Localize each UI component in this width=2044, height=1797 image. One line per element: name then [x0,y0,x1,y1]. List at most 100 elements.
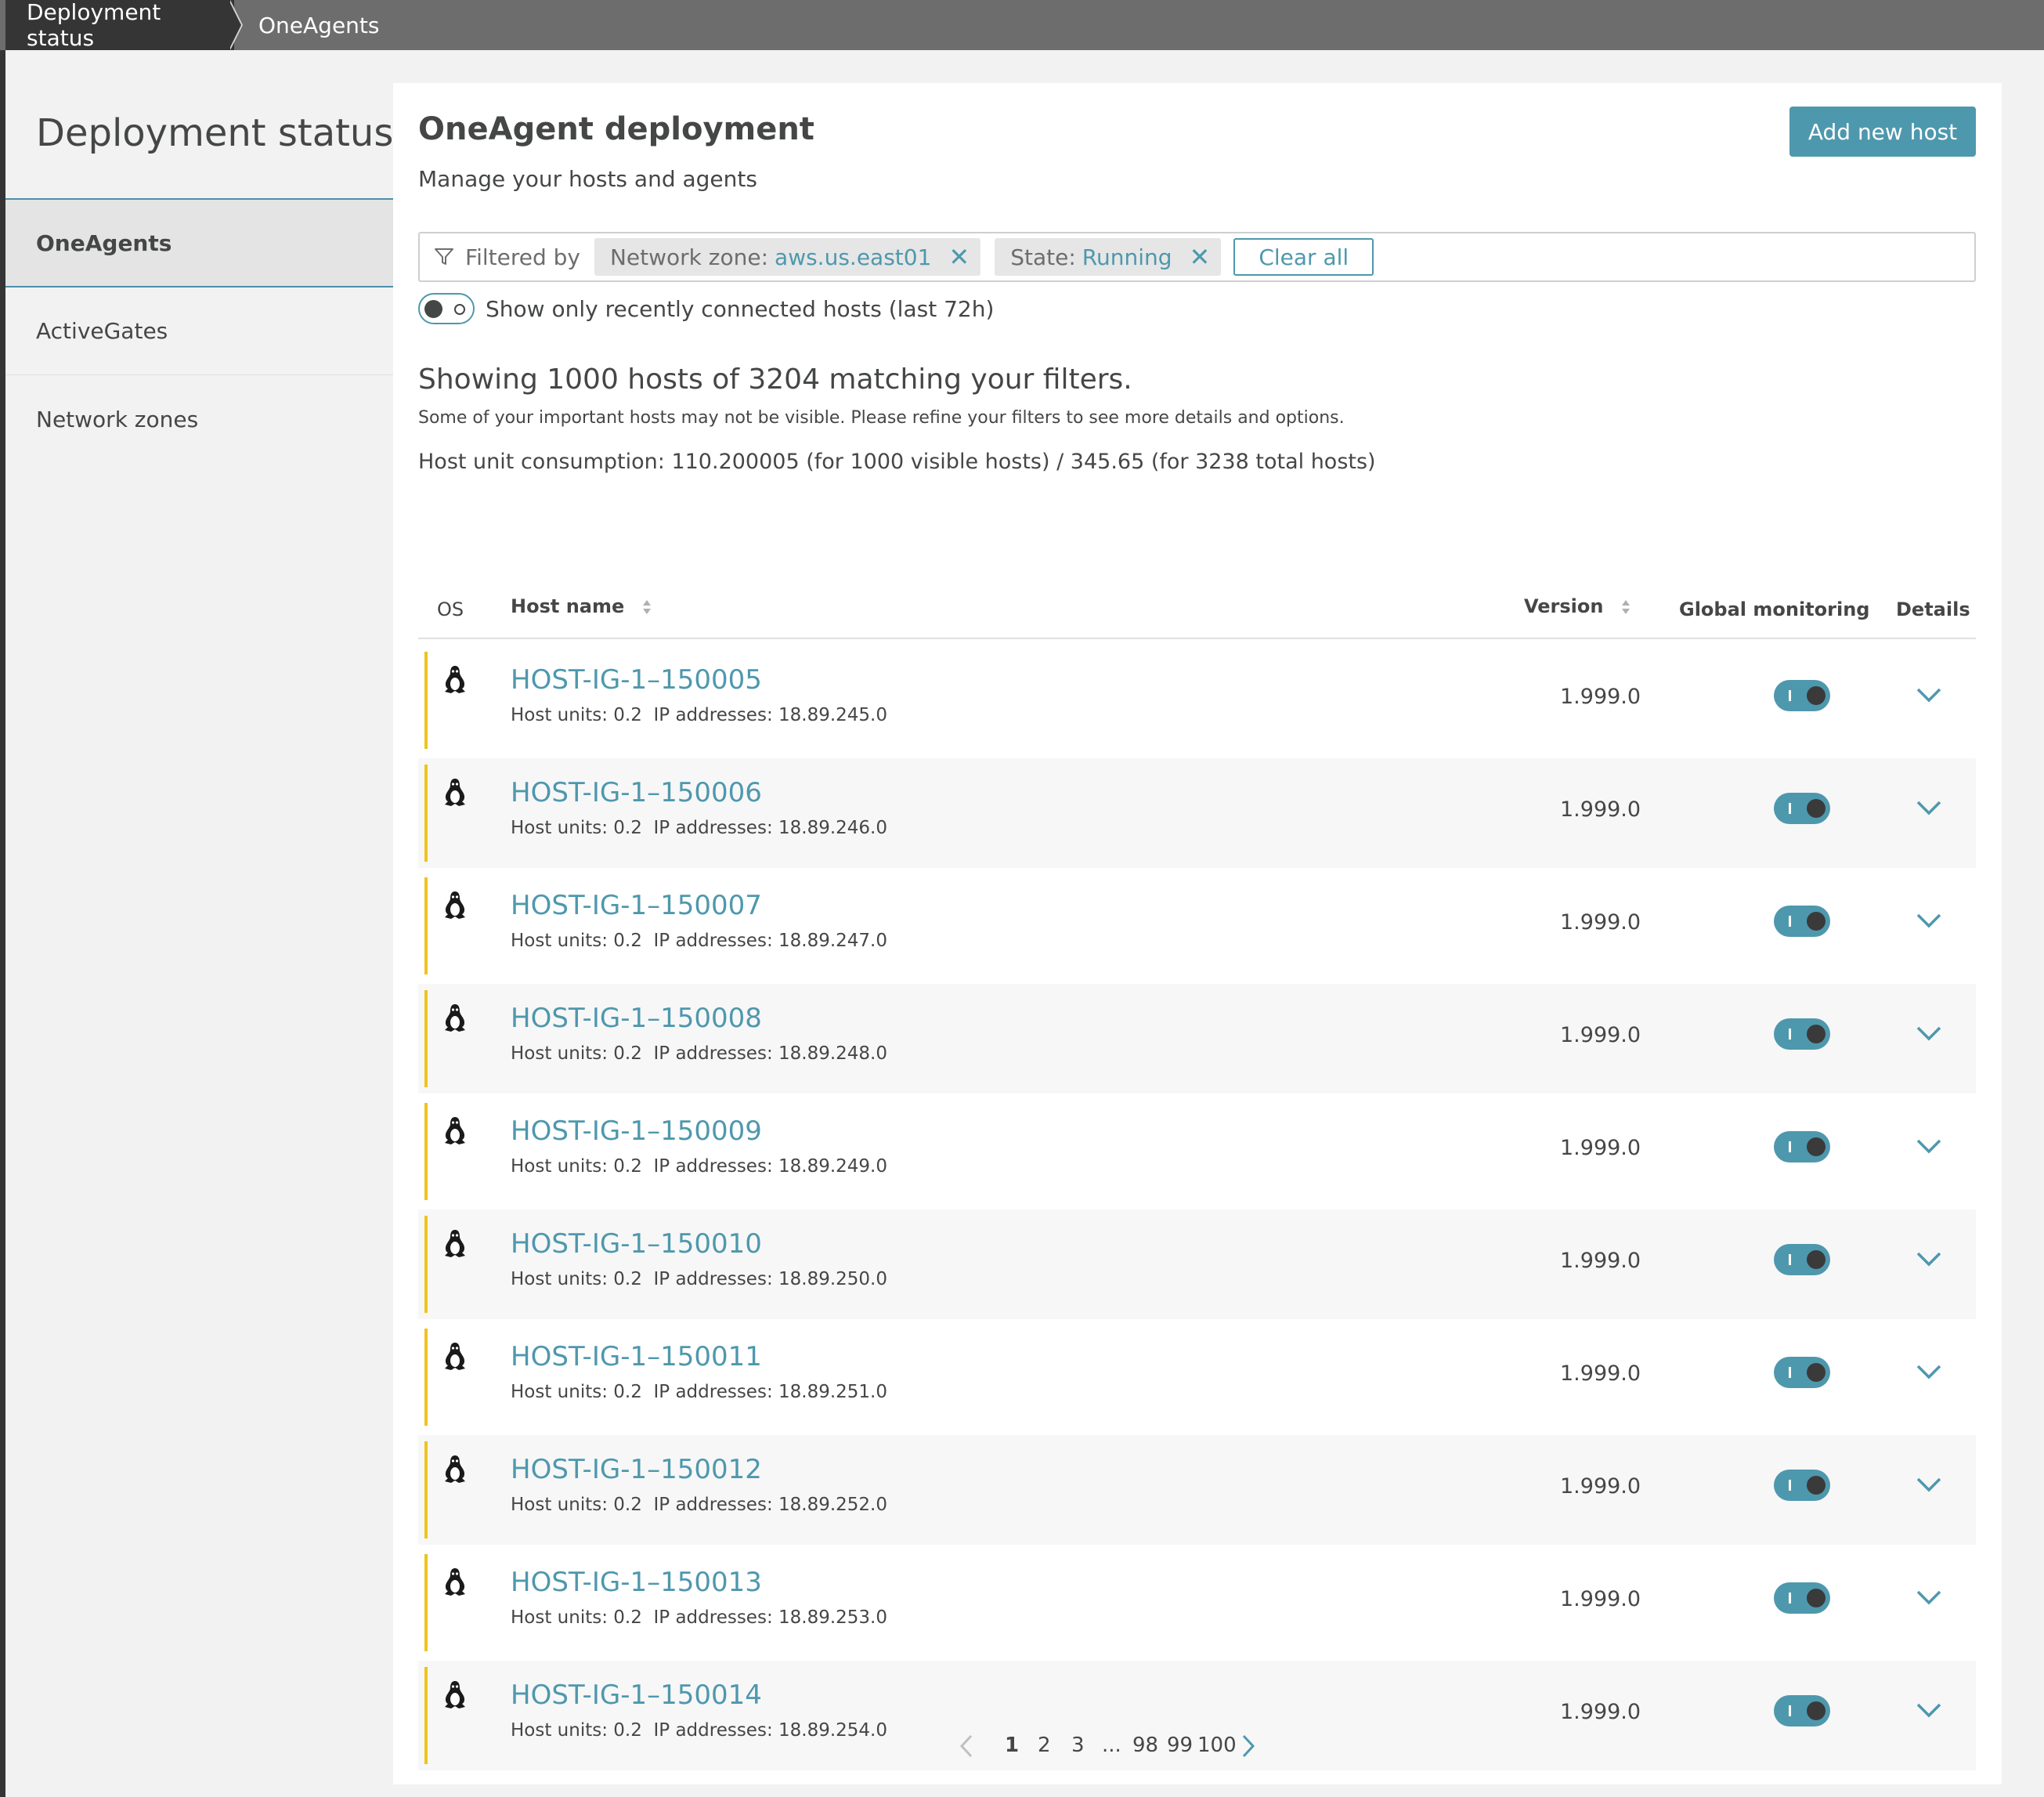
table-row: HOST-IG-1–150012 Host units: 0.2 IP addre… [418,1435,1976,1545]
global-monitoring-toggle[interactable] [1774,680,1830,711]
host-version: 1.999.0 [1560,1136,1641,1160]
chevron-down-icon[interactable] [1916,1250,1942,1267]
host-name-link[interactable]: HOST-IG-1–150009 [511,1115,762,1147]
table-row: HOST-IG-1–150013 Host units: 0.2 IP addre… [418,1548,1976,1658]
host-meta: Host units: 0.2 IP addresses: 18.89.249.… [511,1156,888,1177]
recent-hosts-toggle[interactable] [418,293,475,324]
sidebar-item-network-zones[interactable]: Network zones [5,375,393,463]
toggle-knob [1807,799,1826,818]
column-host-name[interactable]: Host name [511,595,652,617]
global-monitoring-toggle[interactable] [1774,1244,1830,1275]
chevron-down-icon[interactable] [1916,1025,1942,1042]
breadcrumb-oneagents: OneAgents [258,12,380,38]
chevron-down-icon[interactable] [1916,1137,1942,1155]
host-name-link[interactable]: HOST-IG-1–150006 [511,777,762,808]
linux-tux-icon [445,1681,465,1708]
toggle-on-indicator [1789,1141,1791,1152]
add-new-host-button[interactable]: Add new host [1789,107,1976,157]
page-ellipsis: ... [1102,1734,1121,1757]
host-name-link[interactable]: HOST-IG-1–150012 [511,1454,762,1485]
host-name-link[interactable]: HOST-IG-1–150010 [511,1228,762,1260]
chip-key: State: [1010,244,1076,270]
chevron-down-icon[interactable] [1916,912,1942,929]
host-meta: Host units: 0.2 IP addresses: 18.89.253.… [511,1607,888,1628]
breadcrumb-deployment-status[interactable]: Deployment status [5,0,234,51]
close-icon[interactable]: ✕ [1190,244,1211,269]
host-name-link[interactable]: HOST-IG-1–150005 [511,664,762,696]
sort-icon[interactable] [1621,598,1631,616]
chevron-down-icon[interactable] [1916,1363,1942,1380]
chip-value: aws.us.east01 [775,244,932,270]
filter-chip-state: State: Running ✕ [995,238,1222,276]
filter-icon [435,248,453,265]
toggle-on-indicator [1789,916,1791,927]
global-monitoring-toggle[interactable] [1774,793,1830,824]
toggle-knob [1807,1363,1826,1382]
left-edge [0,50,5,1797]
page-subtitle: Manage your hosts and agents [418,166,757,192]
global-monitoring-toggle[interactable] [1774,906,1830,937]
global-monitoring-toggle[interactable] [1774,1695,1830,1726]
breadcrumb-separator-inner [229,0,241,50]
status-bar [424,1216,428,1313]
host-name-link[interactable]: HOST-IG-1–150008 [511,1003,762,1034]
host-meta: Host units: 0.2 IP addresses: 18.89.251.… [511,1382,888,1402]
chip-key: Network zone: [609,244,769,270]
page-99[interactable]: 99 [1167,1734,1193,1757]
page-3[interactable]: 3 [1071,1734,1085,1757]
status-bar [424,652,428,749]
column-version[interactable]: Version [1524,595,1631,617]
toggle-knob [1807,1701,1826,1720]
host-meta: Host units: 0.2 IP addresses: 18.89.252.… [511,1495,888,1515]
host-meta: Host units: 0.2 IP addresses: 18.89.250.… [511,1269,888,1289]
chevron-left-icon[interactable] [959,1734,974,1759]
close-icon[interactable]: ✕ [948,244,970,269]
global-monitoring-toggle[interactable] [1774,1357,1830,1388]
clear-all-button[interactable]: Clear all [1233,238,1374,276]
toggle-on-indicator [1789,1254,1791,1265]
pagination: 1 2 3 ... 98 99 100 [393,1727,2002,1766]
chevron-down-icon[interactable] [1916,1476,1942,1493]
chevron-down-icon[interactable] [1916,1589,1942,1606]
filter-bar[interactable]: Filtered by Network zone: aws.us.east01 … [418,232,1976,282]
table-row: HOST-IG-1–150005 Host units: 0.2 IP addre… [418,645,1976,755]
showing-count: Showing 1000 hosts of 3204 matching your… [418,363,1132,396]
main-card: OneAgent deployment Manage your hosts an… [393,83,2002,1784]
global-monitoring-toggle[interactable] [1774,1131,1830,1162]
sidebar-item-activegates[interactable]: ActiveGates [5,287,393,375]
linux-tux-icon [445,1004,465,1032]
sort-icon[interactable] [642,598,652,616]
status-bar [424,1441,428,1538]
sidebar-item-oneagents[interactable]: OneAgents [5,200,393,287]
host-name-link[interactable]: HOST-IG-1–150007 [511,890,762,921]
column-version-label: Version [1524,595,1604,617]
toggle-on-indicator [1789,690,1791,701]
host-unit-consumption: Host unit consumption: 110.200005 (for 1… [418,450,1376,474]
global-monitoring-toggle[interactable] [1774,1018,1830,1050]
global-monitoring-toggle[interactable] [1774,1582,1830,1614]
page-98[interactable]: 98 [1132,1734,1158,1757]
breadcrumb-bar: Deployment status OneAgents [0,0,2044,51]
column-os: OS [437,598,464,620]
status-bar [424,990,428,1087]
host-meta: Host units: 0.2 IP addresses: 18.89.245.… [511,705,888,725]
chevron-down-icon[interactable] [1916,799,1942,816]
linux-tux-icon [445,891,465,919]
host-name-link[interactable]: HOST-IG-1–150011 [511,1341,762,1372]
table-row: HOST-IG-1–150006 Host units: 0.2 IP addre… [418,758,1976,868]
page-100[interactable]: 100 [1197,1734,1237,1757]
host-version: 1.999.0 [1560,1587,1641,1611]
host-name-link[interactable]: HOST-IG-1–150014 [511,1679,762,1711]
host-meta: Host units: 0.2 IP addresses: 18.89.247.… [511,931,888,951]
page-1[interactable]: 1 [1005,1734,1019,1757]
chevron-down-icon[interactable] [1916,686,1942,703]
toggle-knob [1807,1137,1826,1156]
page-2[interactable]: 2 [1038,1734,1051,1757]
table-row: HOST-IG-1–150011 Host units: 0.2 IP addre… [418,1322,1976,1432]
host-name-link[interactable]: HOST-IG-1–150013 [511,1567,762,1598]
chevron-down-icon[interactable] [1916,1701,1942,1719]
visibility-warning: Some of your important hosts may not be … [418,408,1345,428]
chevron-right-icon[interactable] [1240,1734,1256,1759]
global-monitoring-toggle[interactable] [1774,1470,1830,1501]
host-version: 1.999.0 [1560,1700,1641,1724]
